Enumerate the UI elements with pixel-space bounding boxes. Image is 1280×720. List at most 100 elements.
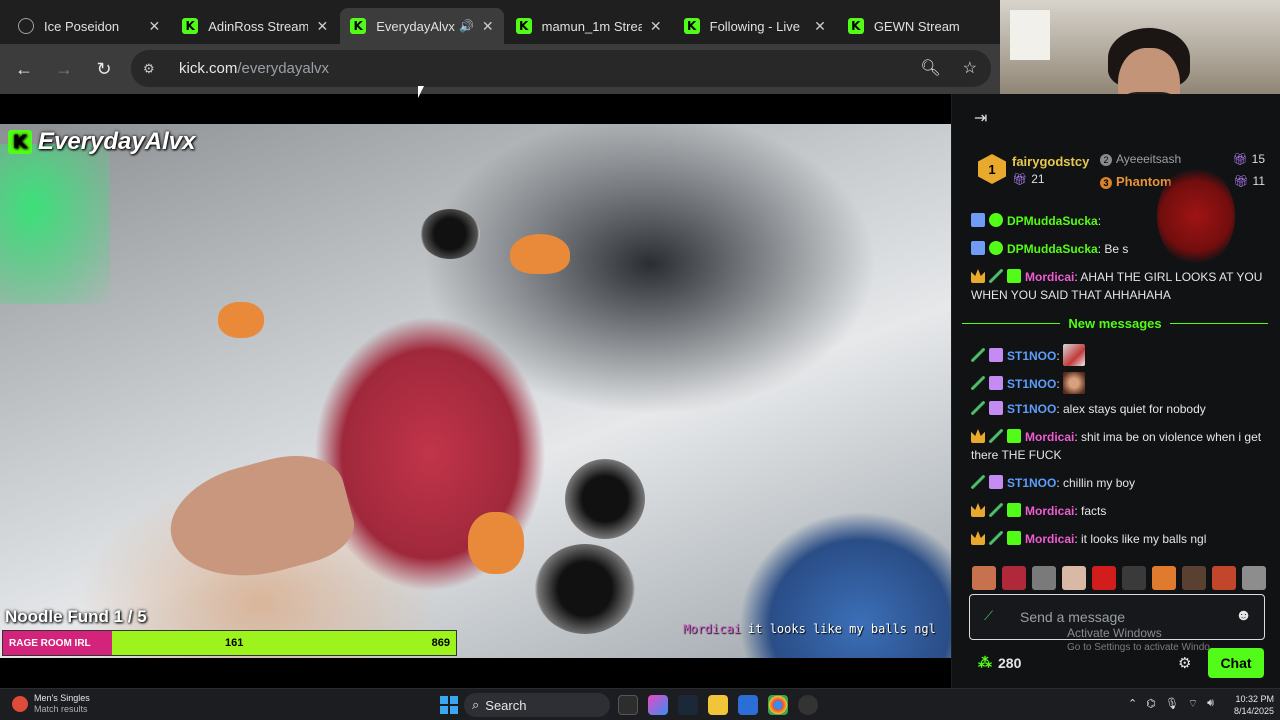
kick-icon: K — [515, 18, 532, 34]
emote-button[interactable] — [1032, 566, 1056, 590]
forward-icon[interactable]: → — [44, 49, 84, 89]
volume-icon[interactable]: 🔊︎ — [1207, 697, 1214, 711]
chevron-up-icon[interactable]: ⌃ — [1128, 697, 1137, 711]
chat-username[interactable]: DPMuddaSucka — [1007, 242, 1098, 256]
tab-everydayalvx[interactable]: K EverydayAlvx 🔊 ✕ — [340, 8, 504, 44]
reload-icon[interactable]: ↻ — [84, 49, 124, 89]
speaker-icon[interactable]: 🔊 — [459, 19, 474, 33]
clock-time: 10:32 PM — [1235, 694, 1274, 704]
bookmark-star-icon[interactable]: ☆ — [963, 58, 977, 78]
microphone-icon[interactable]: 🎙︎ — [1165, 697, 1179, 711]
points-icon: ⁂ — [978, 654, 992, 670]
crown-badge-icon — [971, 503, 985, 517]
taskbar: Men's Singles Match results ⌕ Search ⌃ ⌬… — [0, 688, 1280, 720]
chat-text: : facts — [1074, 504, 1107, 518]
taskbar-search[interactable]: ⌕ Search — [464, 693, 610, 717]
chat-username[interactable]: Mordicai — [1025, 532, 1074, 546]
close-icon[interactable]: ✕ — [148, 18, 160, 35]
activate-windows-subtitle: Go to Settings to activate Windo — [1067, 642, 1210, 653]
news-icon — [12, 696, 28, 712]
network-icon[interactable]: ⌬ — [1146, 697, 1156, 711]
collapse-chat-icon[interactable]: ⇥ — [974, 108, 987, 128]
clock[interactable]: 10:32 PM 8/14/2025 — [1226, 693, 1274, 717]
tab-ice-poseidon[interactable]: Ice Poseidon ✕ — [8, 8, 170, 44]
chat-message[interactable]: DPMuddaSucka: — [971, 212, 1271, 230]
leaderboard-first-count: 🎁︎ 21 — [1012, 172, 1045, 186]
tab-label: AdinRoss Stream — [208, 18, 309, 34]
task-view-icon[interactable] — [618, 695, 638, 715]
subscriber-badge-icon — [1007, 503, 1021, 517]
crown-badge-icon — [971, 269, 985, 283]
back-icon[interactable]: ← — [4, 49, 44, 89]
chat-message[interactable]: DPMuddaSucka: Be s — [971, 240, 1271, 258]
close-icon[interactable]: ✕ — [814, 18, 826, 35]
chat-username[interactable]: DPMuddaSucka — [1007, 214, 1098, 228]
leaderboard-third[interactable]: 3 Phantom — [1100, 174, 1172, 189]
chat-username[interactable]: Mordicai — [1025, 504, 1074, 518]
emote-button[interactable] — [1062, 566, 1086, 590]
close-icon[interactable]: ✕ — [482, 18, 494, 35]
emote-button[interactable] — [1212, 566, 1236, 590]
tab-mamun[interactable]: K mamun_1m Stream ✕ — [506, 8, 672, 44]
new-messages-divider[interactable]: New messages — [962, 314, 1269, 332]
chat-message[interactable]: Mordicai: AHAH THE GIRL LOOKS AT YOU WHE… — [971, 268, 1271, 304]
zoom-icon[interactable]: 🔍︎ — [920, 58, 940, 78]
site-info-icon[interactable]: ⚙ — [143, 61, 163, 77]
close-icon[interactable]: ✕ — [650, 18, 662, 35]
chat-message[interactable]: ST1NOO: — [971, 344, 1271, 366]
chat-username[interactable]: ST1NOO — [1007, 349, 1056, 363]
tab-label: mamun_1m Stream — [541, 18, 642, 34]
fund-current: 161 — [225, 637, 244, 649]
leaderboard-second[interactable]: 2 Ayeeeitsash — [1100, 152, 1181, 166]
chat-username[interactable]: ST1NOO — [1007, 377, 1056, 391]
tab-adinross[interactable]: K AdinRoss Stream ✕ — [172, 8, 338, 44]
emote-button[interactable] — [1152, 566, 1176, 590]
fund-label: RAGE ROOM IRL — [3, 631, 112, 655]
emote-button[interactable] — [1122, 566, 1146, 590]
address-bar[interactable]: ⚙ kick.com/everydayalvx 🔍︎ ☆ — [131, 50, 991, 87]
news-widget[interactable]: Men's Singles Match results — [12, 693, 90, 715]
gift-icon: 🎁︎ — [1232, 152, 1248, 166]
wifi-icon[interactable]: ⌔ — [1188, 697, 1198, 711]
obs-icon[interactable] — [798, 695, 818, 715]
chat-message[interactable]: Mordicai: facts — [971, 502, 1271, 520]
subscriber-badge-icon — [1007, 531, 1021, 545]
emote-button[interactable] — [1092, 566, 1116, 590]
chat-text: : chillin my boy — [1056, 476, 1136, 490]
chat-message[interactable]: ST1NOO: — [971, 372, 1271, 394]
chat-message[interactable]: Mordicai: it looks like my balls ngl — [971, 530, 1271, 548]
copilot-icon[interactable] — [648, 695, 668, 715]
chat-message[interactable]: Mordicai: shit ima be on violence when i… — [971, 428, 1271, 464]
gift-leaderboard: 1 fairygodstcy 🎁︎ 21 2 Ayeeeitsash 3 Phanto… — [952, 152, 1280, 198]
sword-badge-icon — [971, 376, 985, 390]
tab-following[interactable]: K Following - Live ✕ — [674, 8, 836, 44]
chat-overlay-caption: Mordicai it looks like my balls ngl — [683, 622, 943, 636]
emote-button[interactable] — [1182, 566, 1206, 590]
tab-gewn[interactable]: K GEWN Stream — [838, 8, 1000, 44]
fund-progress-fill — [111, 631, 456, 655]
send-chat-button[interactable]: Chat — [1208, 648, 1264, 678]
video-player[interactable]: K EverydayAlvx Noodle Fund 1 / 5 RAGE RO… — [0, 94, 951, 688]
channel-points[interactable]: ⁂ 280 — [978, 654, 1021, 671]
chat-username[interactable]: ST1NOO — [1007, 402, 1056, 416]
close-icon[interactable]: ✕ — [316, 18, 328, 35]
emote-button[interactable] — [972, 566, 996, 590]
steam-icon[interactable] — [678, 695, 698, 715]
file-explorer-icon[interactable] — [708, 695, 728, 715]
chrome-icon[interactable] — [768, 695, 788, 715]
channel-name: EverydayAlvx — [38, 128, 196, 155]
emote-button[interactable] — [1242, 566, 1266, 590]
chat-settings-gear-icon[interactable]: ⚙ — [1178, 654, 1191, 672]
emote-button[interactable] — [1002, 566, 1026, 590]
chat-username[interactable]: Mordicai — [1025, 270, 1074, 284]
chat-message[interactable]: ST1NOO: alex stays quiet for nobody — [971, 400, 1271, 418]
start-menu-icon[interactable] — [440, 696, 458, 714]
chat-username[interactable]: ST1NOO — [1007, 476, 1056, 490]
emoji-picker-icon[interactable]: ☻ — [1235, 607, 1252, 625]
chat-message[interactable]: ST1NOO: chillin my boy — [971, 474, 1271, 492]
caption-user: Mordicai — [683, 622, 741, 636]
gifter-badge-icon — [989, 401, 1003, 415]
chat-username[interactable]: Mordicai — [1025, 430, 1074, 444]
leaderboard-first-name[interactable]: fairygodstcy — [1012, 154, 1089, 169]
store-icon[interactable] — [738, 695, 758, 715]
